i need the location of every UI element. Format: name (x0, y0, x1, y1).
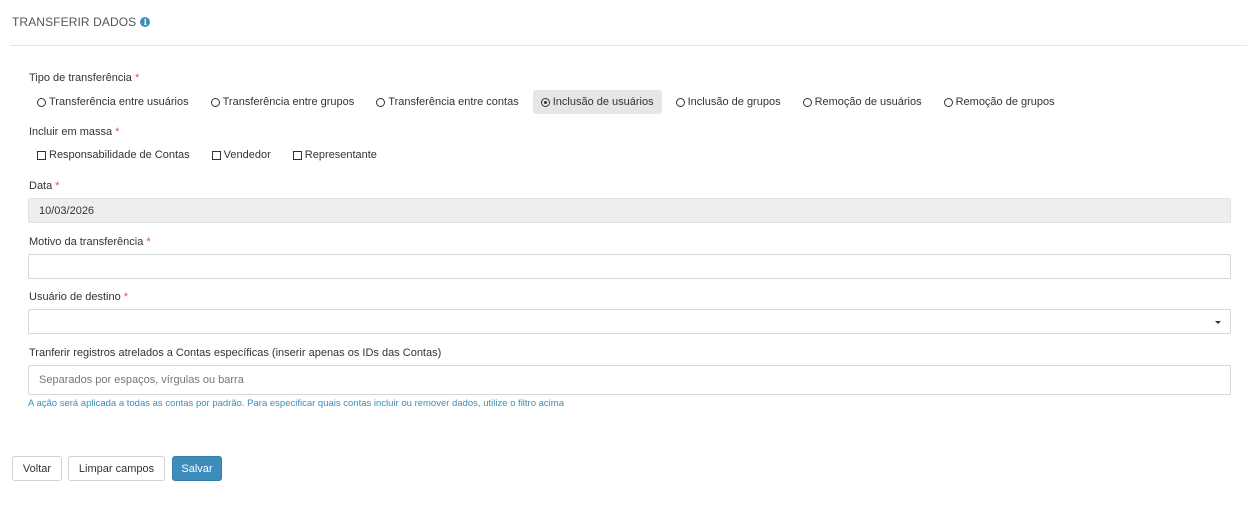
destination-user-label: Usuário de destino * (29, 291, 128, 303)
back-button[interactable]: Voltar (12, 456, 62, 481)
radio-icon (376, 97, 386, 107)
reason-input[interactable] (39, 260, 1220, 273)
accounts-help-text: A ação será aplicada a todas as contas p… (28, 398, 564, 409)
radio-icon (943, 97, 953, 107)
radio-icon (675, 97, 685, 107)
accounts-input[interactable] (39, 374, 1220, 386)
transfer-type-radio-group: Transferência entre usuários Transferênc… (29, 90, 1069, 114)
required-marker: * (123, 291, 129, 303)
reason-field[interactable] (28, 254, 1231, 279)
date-label: Data * (29, 180, 60, 192)
page-title: TRANSFERIR DADOS (12, 15, 137, 29)
reason-label: Motivo da transferência * (29, 236, 151, 248)
radio-label: Remoção de grupos (955, 96, 1055, 108)
accounts-label-text: Tranferir registros atrelados a Contas e… (29, 347, 442, 359)
page-title-bar: TRANSFERIR DADOS i (12, 15, 151, 29)
radio-icon (802, 97, 812, 107)
date-field: 10/03/2026 (28, 198, 1231, 223)
checkbox-label: Responsabilidade de Contas (49, 149, 190, 161)
required-marker: * (146, 236, 151, 248)
checkbox-label: Representante (304, 149, 377, 161)
checkbox-icon (292, 150, 302, 160)
radio-label: Transferência entre contas (388, 96, 519, 108)
radio-label: Inclusão de usuários (552, 96, 654, 108)
radio-include-groups[interactable]: Inclusão de grupos (668, 90, 789, 114)
required-marker: * (134, 72, 140, 84)
radio-label: Transferência entre usuários (49, 96, 189, 108)
radio-icon (210, 97, 220, 107)
radio-label: Inclusão de grupos (687, 96, 781, 108)
checkbox-label: Vendedor (223, 149, 271, 161)
required-marker: * (55, 180, 60, 192)
accounts-label: Tranferir registros atrelados a Contas e… (29, 347, 441, 359)
checkbox-icon (37, 150, 46, 160)
radio-transfer-between-accounts[interactable]: Transferência entre contas (368, 90, 526, 114)
date-value: 10/03/2026 (39, 204, 95, 217)
caret-down-icon[interactable] (1215, 321, 1221, 324)
reason-label-text: Motivo da transferência (29, 236, 144, 248)
radio-label: Remoção de usuários (814, 96, 922, 108)
radio-remove-groups[interactable]: Remoção de grupos (936, 90, 1063, 114)
checkbox-representative[interactable]: Representante (292, 149, 377, 161)
checkbox-icon (211, 150, 221, 160)
radio-selected-icon (540, 97, 550, 107)
transfer-type-label-text: Tipo de transferência (29, 72, 132, 84)
radio-remove-users[interactable]: Remoção de usuários (795, 90, 930, 114)
bulk-include-label: Incluir em massa * (29, 126, 119, 138)
checkbox-seller[interactable]: Vendedor (211, 149, 271, 161)
checkbox-account-responsibility[interactable]: Responsabilidade de Contas (29, 149, 190, 161)
radio-include-users[interactable]: Inclusão de usuários (532, 90, 662, 114)
transfer-type-label: Tipo de transferência * (29, 72, 139, 84)
date-label-text: Data (29, 180, 53, 192)
radio-transfer-between-users[interactable]: Transferência entre usuários (29, 90, 197, 114)
radio-icon (37, 97, 46, 107)
radio-transfer-between-groups[interactable]: Transferência entre grupos (203, 90, 363, 114)
required-marker: * (115, 126, 120, 138)
radio-label: Transferência entre grupos (222, 96, 355, 108)
bulk-include-checkbox-group: Responsabilidade de Contas Vendedor Repr… (29, 145, 399, 165)
accounts-field[interactable] (28, 365, 1231, 395)
clear-fields-button[interactable]: Limpar campos (68, 456, 165, 481)
save-button[interactable]: Salvar (172, 456, 222, 481)
header-divider (10, 45, 1247, 46)
destination-user-select[interactable] (28, 309, 1231, 334)
bulk-include-label-text: Incluir em massa (29, 126, 113, 138)
info-icon[interactable]: i (140, 17, 151, 27)
destination-user-label-text: Usuário de destino (29, 291, 121, 303)
